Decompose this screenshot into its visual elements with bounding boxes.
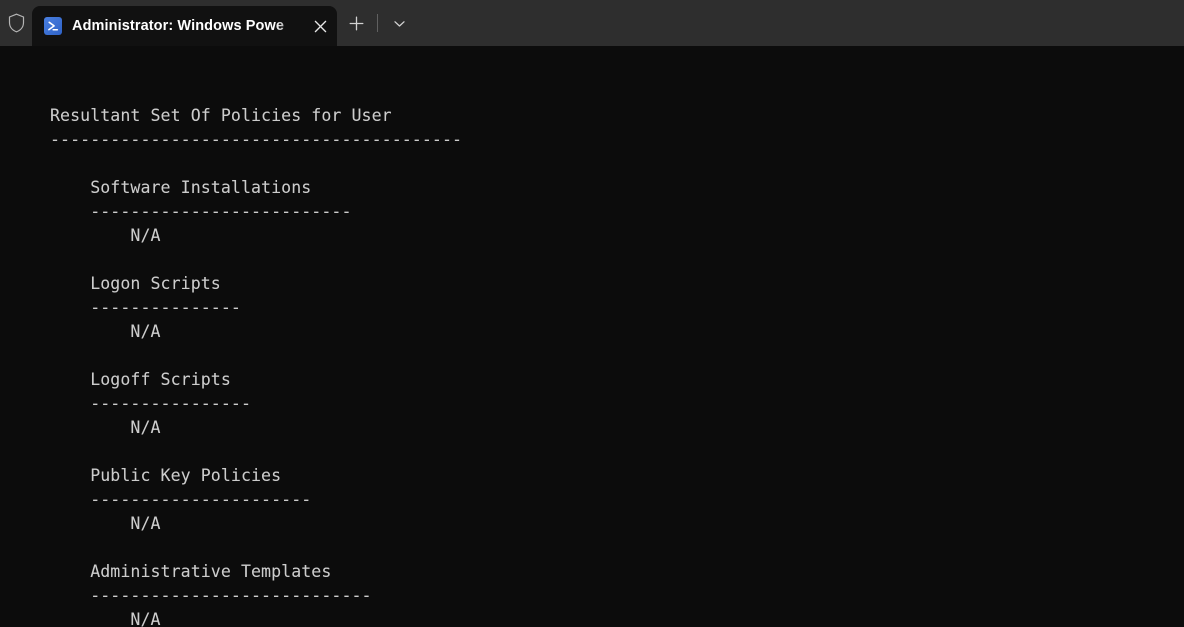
admin-shield-icon [0, 0, 32, 46]
chevron-down-icon[interactable] [380, 0, 418, 46]
tabbar-separator [377, 14, 378, 32]
powershell-icon [44, 17, 62, 35]
terminal-pane[interactable]: Resultant Set Of Policies for User -----… [0, 46, 1184, 627]
tab-title: Administrator: Windows Powe [72, 18, 285, 34]
new-tab-button[interactable] [337, 0, 375, 46]
window-titlebar: Administrator: Windows Powe [0, 0, 1184, 46]
terminal-tab-active[interactable]: Administrator: Windows Powe [32, 6, 337, 46]
console-output: Resultant Set Of Policies for User -----… [50, 106, 463, 627]
close-icon[interactable] [303, 6, 337, 46]
tabbar-actions [337, 0, 418, 46]
